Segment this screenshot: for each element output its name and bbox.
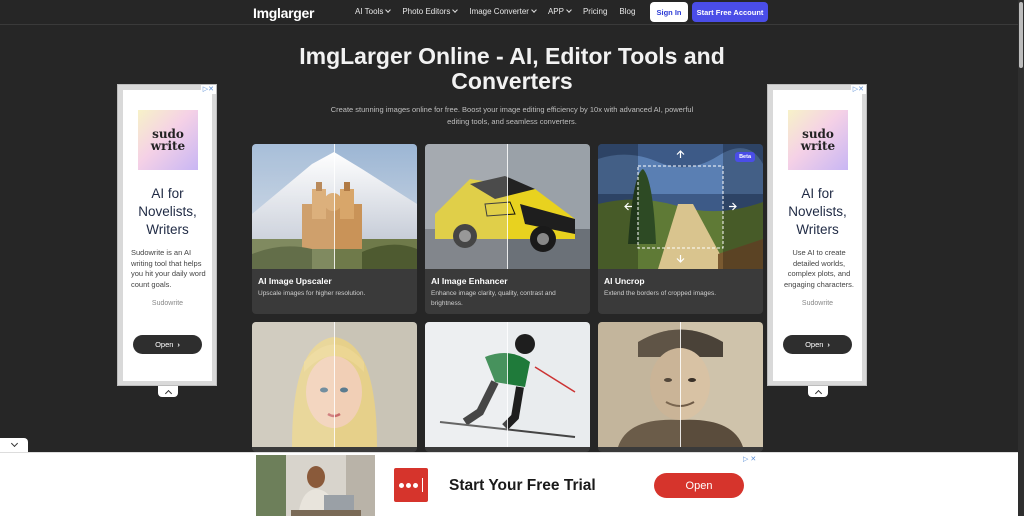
compare-slider[interactable]: [507, 322, 508, 447]
nav-ai-tools[interactable]: AI Tools: [355, 7, 392, 16]
caret-up-icon: [164, 389, 172, 397]
card-portrait[interactable]: [252, 322, 417, 452]
ad-headline[interactable]: Start Your Free Trial: [449, 477, 596, 495]
nav-app-label: APP: [547, 7, 564, 16]
nav-ai-tools-label: AI Tools: [355, 7, 384, 16]
nav-image-converter-label: Image Converter: [469, 7, 529, 16]
arrow-left-icon: [624, 202, 632, 211]
sudowrite-logo[interactable]: sudo write: [788, 110, 848, 170]
brand-icon[interactable]: [394, 468, 428, 502]
top-nav: Imglarger AI Tools Photo Editors Image C…: [0, 0, 1024, 25]
card-skier[interactable]: [425, 322, 590, 452]
arrow-up-icon: [676, 150, 685, 158]
nav-app[interactable]: APP: [547, 7, 572, 16]
compare-slider[interactable]: [680, 322, 681, 447]
card-ai-image-upscaler[interactable]: AI Image Upscaler Upscale images for hig…: [252, 144, 417, 314]
ad-open-button[interactable]: Open ›: [133, 335, 202, 354]
page-title: ImgLarger Online - AI, Editor Tools and …: [299, 43, 725, 94]
ad-open-button[interactable]: Open: [654, 473, 744, 498]
card-description: Enhance image clarity, quality, contrast…: [431, 290, 556, 307]
arrow-right-icon: [729, 202, 737, 211]
chevron-down-icon: [531, 7, 537, 13]
sign-in-button[interactable]: Sign In: [650, 2, 688, 22]
right-ad-collapse-button[interactable]: [808, 386, 828, 397]
logo-line-2: write: [800, 139, 836, 153]
card-ai-uncrop[interactable]: Beta AI Uncrop Extend the borders of cro…: [598, 144, 763, 314]
ad-open-button[interactable]: Open ›: [783, 335, 852, 354]
card-ai-image-enhancer[interactable]: AI Image Enhancer Enhance image clarity,…: [425, 144, 590, 314]
card-description: Extend the borders of cropped images.: [604, 290, 717, 297]
compare-slider[interactable]: [334, 322, 335, 447]
compare-slider[interactable]: [507, 144, 508, 269]
ad-body: Use AI to create detailed worlds, comple…: [783, 248, 855, 289]
start-free-account-button[interactable]: Start Free Account: [692, 2, 768, 22]
card-old-photo[interactable]: [598, 322, 763, 452]
ad-brand: Sudowrite: [801, 300, 834, 307]
uncrop-preview-image: [598, 144, 763, 269]
compare-slider[interactable]: [334, 144, 335, 269]
ad-content: sudo write AI for Novelists, Writers Sud…: [123, 90, 212, 381]
arrow-down-icon: [676, 255, 685, 263]
adchoices-icon[interactable]: ▷✕: [200, 85, 216, 94]
ad-open-label: Open: [805, 340, 824, 349]
nav-links: AI Tools Photo Editors Image Converter A…: [355, 7, 635, 16]
left-ad-collapse-button[interactable]: [158, 386, 178, 397]
nav-pricing[interactable]: Pricing: [583, 7, 607, 16]
ad-headline[interactable]: AI for Novelists, Writers: [773, 185, 862, 239]
ad-content: sudo write AI for Novelists, Writers Use…: [773, 90, 862, 381]
chevron-down-icon: [566, 7, 572, 13]
card-title: AI Image Upscaler: [258, 276, 332, 286]
ad-open-label: Open: [155, 340, 174, 349]
ad-brand: Sudowrite: [151, 300, 184, 307]
adchoices-icon[interactable]: ▷✕: [850, 85, 866, 94]
nav-photo-editors-label: Photo Editors: [402, 7, 451, 16]
nav-image-converter[interactable]: Image Converter: [469, 7, 537, 16]
card-title: AI Image Enhancer: [431, 276, 508, 286]
scrollbar-thumb[interactable]: [1019, 2, 1023, 68]
ad-body: Sudowrite is an AI writing tool that hel…: [131, 248, 206, 289]
chevron-right-icon: ›: [177, 340, 180, 349]
chevron-down-icon: [452, 7, 459, 13]
logo[interactable]: Imglarger: [253, 5, 314, 21]
logo-line-2: write: [150, 139, 186, 153]
adchoices-icon[interactable]: ▷ ✕: [743, 455, 756, 463]
ad-photo[interactable]: [256, 455, 375, 516]
scrollbar[interactable]: [1018, 0, 1024, 516]
beta-badge: Beta: [735, 152, 755, 162]
sudowrite-logo[interactable]: sudo write: [138, 110, 198, 170]
nav-photo-editors[interactable]: Photo Editors: [402, 7, 459, 16]
left-side-ad: sudo write AI for Novelists, Writers Sud…: [117, 84, 217, 386]
card-title: AI Uncrop: [604, 276, 645, 286]
bottom-banner-ad: Start Your Free Trial Open ▷ ✕: [0, 452, 1018, 516]
right-side-ad: sudo write AI for Novelists, Writers Use…: [767, 84, 867, 386]
bottom-ad-toggle[interactable]: [0, 438, 28, 452]
card-description: Upscale images for higher resolution.: [258, 290, 366, 297]
page-subtitle: Create stunning images online for free. …: [330, 105, 694, 126]
chevron-down-icon: [385, 7, 392, 13]
chevron-down-icon: [10, 439, 18, 448]
caret-up-icon: [814, 389, 822, 397]
chevron-right-icon: ›: [827, 340, 830, 349]
ad-headline[interactable]: AI for Novelists, Writers: [123, 185, 212, 239]
nav-blog[interactable]: Blog: [619, 7, 635, 16]
